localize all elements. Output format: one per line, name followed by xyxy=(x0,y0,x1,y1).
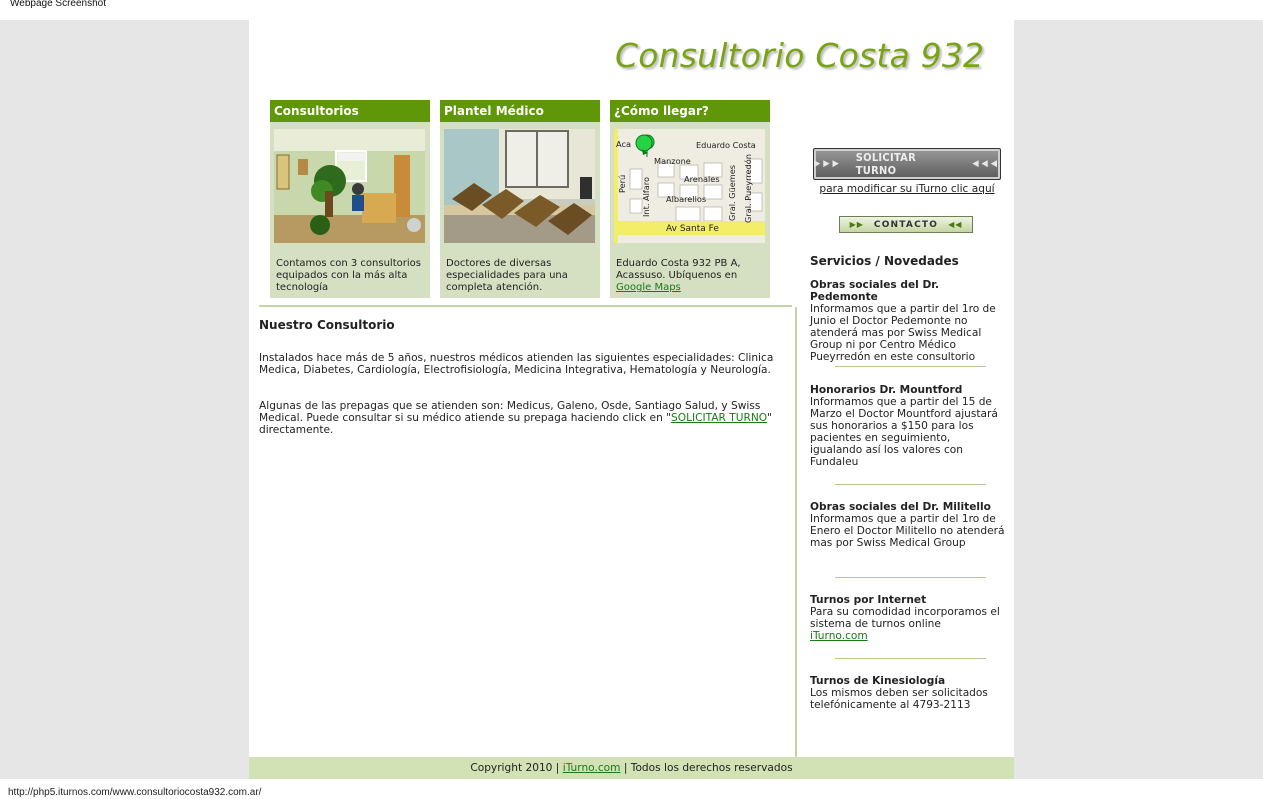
map-label-alfaro: Int. Alfaro xyxy=(641,177,651,217)
map-label-peru: Perú xyxy=(617,175,627,193)
news-item-title: Honorarios Dr. Mountford xyxy=(810,384,963,396)
iturno-link[interactable]: iTurno.com xyxy=(810,630,868,642)
news-item: Turnos de Kinesiología Los mismos deben … xyxy=(810,675,1005,711)
waiting-room-photo[interactable] xyxy=(444,129,595,243)
card-title[interactable]: ¿Cómo llegar? xyxy=(610,100,770,122)
map-label-acassuso: Aca xyxy=(616,139,631,149)
card-como-llegar[interactable]: ¿Cómo llegar? Aca Eduardo Costa Manzone … xyxy=(610,100,770,298)
card-description: Contamos con 3 consultorios equipados co… xyxy=(276,258,421,293)
intro-paragraph: Instalados hace más de 5 años, nuestros … xyxy=(259,352,774,376)
card-description: Eduardo Costa 932 PB A, Acassuso. Ubíque… xyxy=(616,258,768,294)
news-item-title: Turnos por Internet xyxy=(810,594,927,606)
news-item: Obras sociales del Dr. Militello Informa… xyxy=(810,501,1005,549)
google-maps-link[interactable]: Google Maps xyxy=(616,282,681,293)
status-bar: http://php5.iturnos.com/www.consultorioc… xyxy=(0,779,1263,799)
map-label-manzone: Manzone xyxy=(654,156,691,166)
window-caption: Webpage Screenshot xyxy=(10,0,106,9)
news-item-text: Para su comodidad incorporamos el sistem… xyxy=(810,606,1000,630)
prepagas-paragraph: Algunas de las prepagas que se atienden … xyxy=(259,400,784,436)
news-separator xyxy=(835,577,986,578)
arrows-right-icon: ▶▶ xyxy=(849,220,864,229)
footer-rights: Todos los derechos reservados xyxy=(630,762,793,774)
news-item-title: Obras sociales del Dr. Militello xyxy=(810,501,991,513)
arrows-right-icon: ▶▶▶ xyxy=(814,159,842,169)
footer-separator: | xyxy=(555,762,560,774)
button-label: CONTACTO xyxy=(873,219,939,230)
news-item-title: Obras sociales del Dr. Pedemonte xyxy=(810,279,940,303)
news-separator xyxy=(835,658,986,659)
news-item-text: Informamos que a partir del 1ro de Enero… xyxy=(810,513,1005,549)
section-heading: Nuestro Consultorio xyxy=(259,318,395,332)
map-label-av-santa-fe: Av Santa Fe xyxy=(666,224,719,234)
footer-separator: | xyxy=(623,762,628,774)
status-url: http://php5.iturnos.com/www.consultorioc… xyxy=(8,787,262,798)
footer-iturno-link[interactable]: iTurno.com xyxy=(563,762,621,774)
footer-copyright: Copyright 2010 xyxy=(470,762,553,774)
page-container: Consultorio Costa 932 Consultorios Conta… xyxy=(249,20,1014,779)
card-description: Doctores de diversas especialidades para… xyxy=(446,258,568,293)
arrows-left-icon: ◀◀◀ xyxy=(972,159,1000,169)
solicitar-turno-button[interactable]: ▶▶▶ SOLICITAR TURNO ◀◀◀ xyxy=(813,148,1001,180)
card-title[interactable]: Plantel Médico xyxy=(440,100,600,122)
news-item-text: Informamos que a partir del 15 de Marzo … xyxy=(810,396,998,468)
site-title: Consultorio Costa 932 xyxy=(615,36,985,75)
map-label-guemes: Gral. Güemes xyxy=(727,165,737,221)
news-item-text: Informamos que a partir del 1ro de Junio… xyxy=(810,303,996,363)
news-item: Turnos por Internet Para su comodidad in… xyxy=(810,594,1005,642)
news-item-title: Turnos de Kinesiología xyxy=(810,675,946,687)
news-separator xyxy=(835,366,986,367)
column-divider xyxy=(795,307,797,757)
arrows-left-icon: ◀◀ xyxy=(948,220,963,229)
browser-viewport: Consultorio Costa 932 Consultorios Conta… xyxy=(0,20,1263,779)
modify-iturno-link[interactable]: para modificar su iTurno clic aquí xyxy=(815,183,999,195)
news-item-text: Los mismos deben ser solicitados telefón… xyxy=(810,687,988,711)
map-label-albarellos: Albarellos xyxy=(666,194,706,204)
consultorio-photo[interactable] xyxy=(274,129,425,243)
solicitar-turno-link[interactable]: SOLICITAR TURNO xyxy=(671,412,767,424)
location-map[interactable]: Aca Eduardo Costa Manzone Arenales Albar… xyxy=(614,129,765,243)
card-plantel-medico[interactable]: Plantel Médico Doctores de diversas espe… xyxy=(440,100,600,298)
news-heading: Servicios / Novedades xyxy=(810,254,959,268)
address-text: Eduardo Costa 932 PB A, Acassuso. Ubíque… xyxy=(616,258,741,281)
card-consultorios[interactable]: Consultorios Contamos con 3 consultorios… xyxy=(270,100,430,298)
map-label-eduardo-costa: Eduardo Costa xyxy=(696,140,756,150)
news-item: Obras sociales del Dr. Pedemonte Informa… xyxy=(810,279,1005,363)
footer: Copyright 2010 | iTurno.com | Todos los … xyxy=(249,757,1014,779)
card-title[interactable]: Consultorios xyxy=(270,100,430,122)
button-label: SOLICITAR TURNO xyxy=(855,151,917,177)
content-divider xyxy=(259,305,792,307)
contacto-button[interactable]: ▶▶ CONTACTO ◀◀ xyxy=(839,216,973,233)
map-label-pueyrredon: Gral. Pueyrredón xyxy=(743,154,753,223)
news-separator xyxy=(835,484,986,485)
news-item: Honorarios Dr. Mountford Informamos que … xyxy=(810,384,1005,468)
map-label-arenales: Arenales xyxy=(684,174,720,184)
